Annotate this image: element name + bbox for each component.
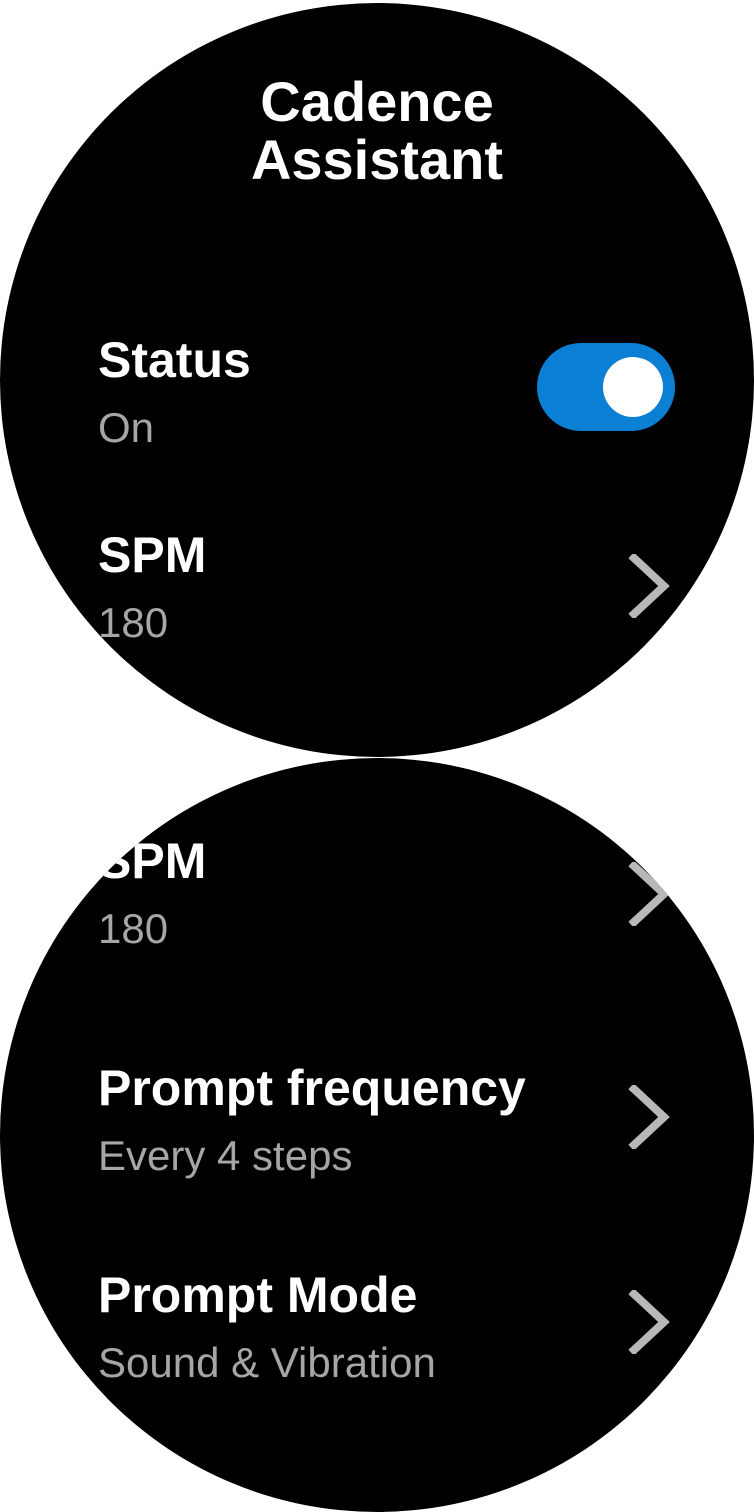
spm-label: SPM [98,527,207,583]
title-line-2: Assistant [250,128,504,191]
prompt-mode-row[interactable]: Prompt Mode Sound & Vibration [98,1265,694,1389]
toggle-knob [603,357,663,417]
status-toggle[interactable] [537,343,675,431]
prompt-mode-value: Sound & Vibration [98,1339,436,1386]
chevron-right-icon [628,554,672,618]
prompt-frequency-value: Every 4 steps [98,1132,353,1179]
spm-value: 180 [98,599,169,646]
prompt-mode-label: Prompt Mode [98,1267,418,1323]
watch-screen-bottom: SPM 180 Prompt frequency Every 4 steps P… [0,758,754,1512]
chevron-right-icon [628,1085,672,1149]
prompt-frequency-row[interactable]: Prompt frequency Every 4 steps [98,1058,694,1182]
watch-screen-top: Cadence Assistant Status On SPM 180 [0,3,754,757]
prompt-frequency-label: Prompt frequency [98,1060,526,1116]
spm-label: SPM [98,833,207,889]
chevron-right-icon [628,862,672,926]
chevron-right-icon [628,1290,672,1354]
spm-value: 180 [98,905,169,952]
spm-row[interactable]: SPM 180 [98,831,694,955]
spm-row[interactable]: SPM 180 [98,525,694,649]
page-title: Cadence Assistant [0,73,754,189]
title-line-1: Cadence [260,70,494,133]
